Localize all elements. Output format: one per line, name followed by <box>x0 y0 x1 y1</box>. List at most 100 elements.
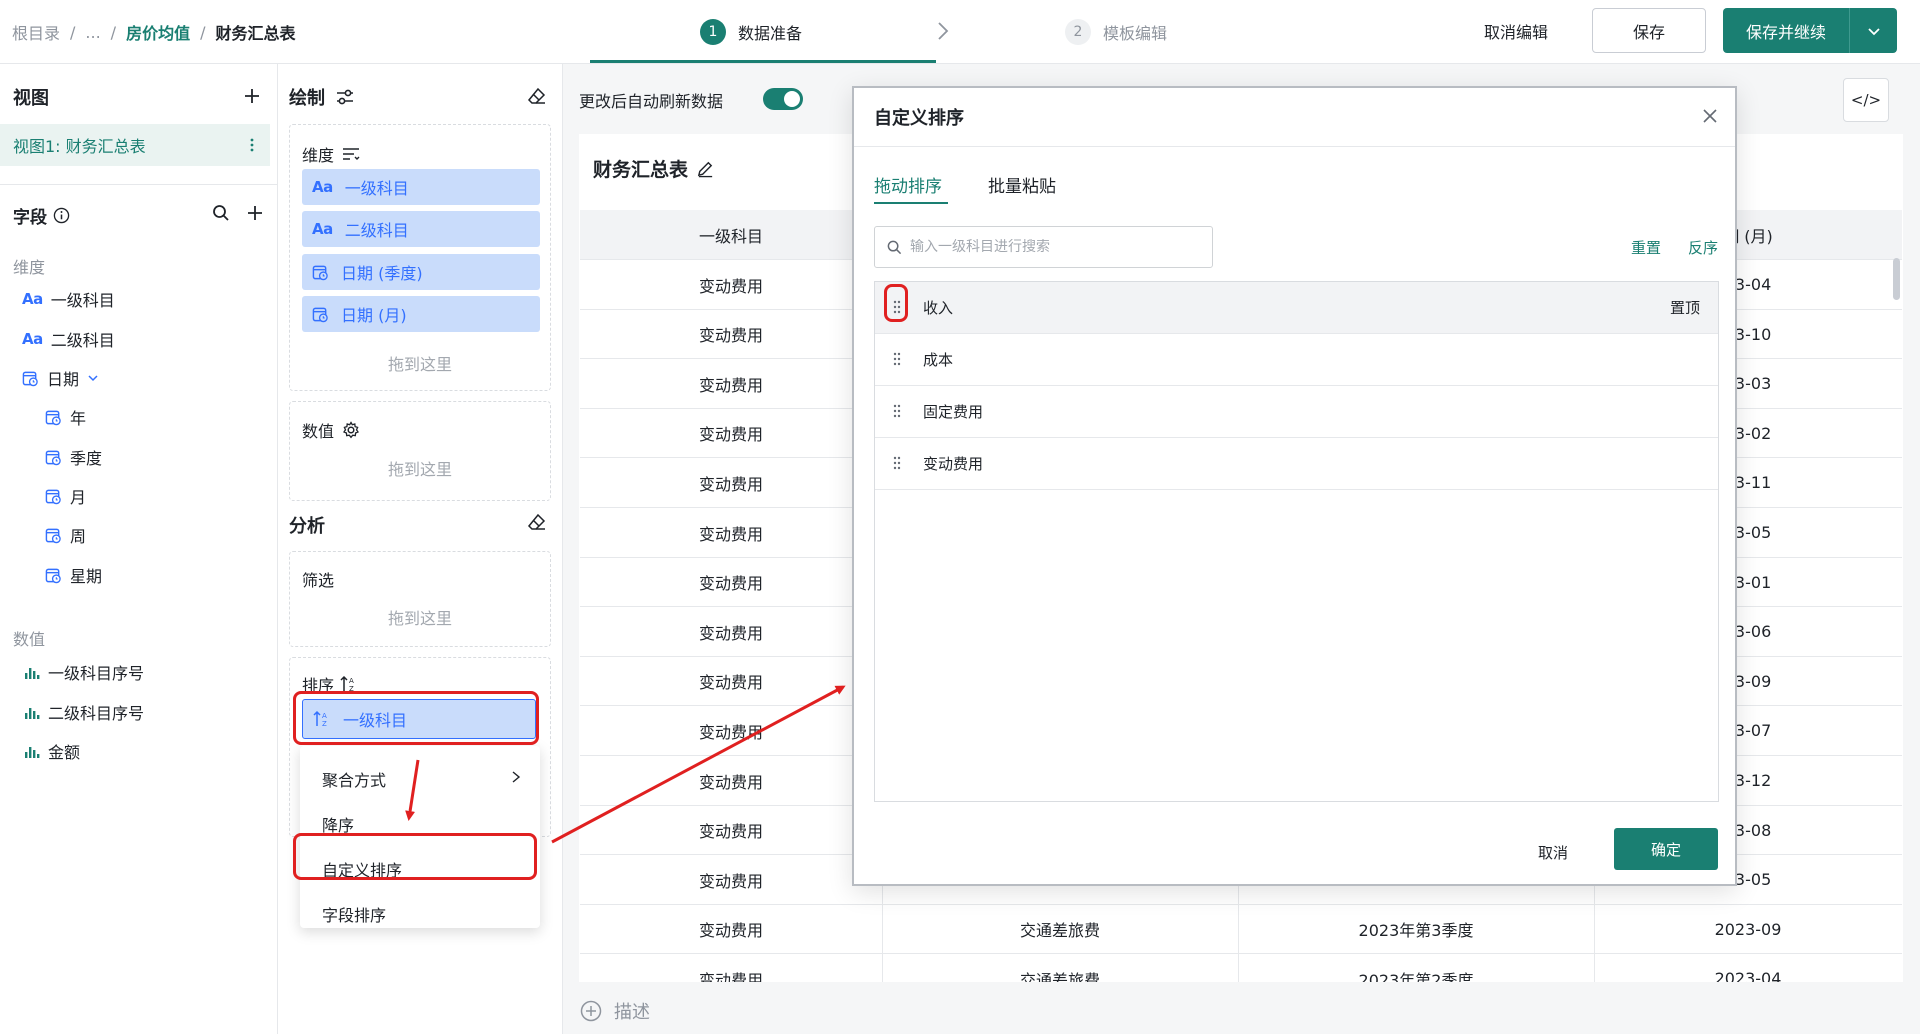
left-panel: 视图 视图1: 财务汇总表 字段 维度 Aa 一级科目 Aa 二级科目 日期 年… <box>0 64 278 1034</box>
pill-label: 一级科目 <box>344 179 409 198</box>
view-item-label: 视图1: 财务汇总表 <box>13 137 146 156</box>
table-cell: 变动费用 <box>698 375 763 395</box>
step-template-edit[interactable]: 2 模板编辑 <box>1065 0 1167 64</box>
dimension-pill[interactable]: Aa 二级科目 <box>302 211 540 247</box>
dialog-title: 自定义排序 <box>874 108 964 129</box>
table-row[interactable]: 变动费用 交通差旅费 2023年第3季度 2023-09 <box>580 905 1902 955</box>
table-cell: 变动费用 <box>698 474 763 494</box>
add-description-button[interactable]: 描述 <box>580 998 650 1024</box>
search-field[interactable] <box>874 226 1213 268</box>
search-input[interactable] <box>910 239 1210 255</box>
draw-panel-title: 绘制 <box>289 84 355 110</box>
field-item-date[interactable]: 日期 <box>22 366 99 390</box>
field-label: 星期 <box>70 567 103 586</box>
breadcrumb-folder[interactable]: 房价均值 <box>126 20 190 44</box>
step-label: 数据准备 <box>738 24 803 43</box>
field-item-date-part[interactable]: 周 <box>45 523 86 547</box>
dialog-cancel-button[interactable]: 取消 <box>1538 842 1568 863</box>
drop-here-hint: 拖到这里 <box>387 355 452 374</box>
menu-item-aggregation[interactable]: 聚合方式 <box>322 767 386 791</box>
edit-pencil-icon[interactable] <box>696 159 715 178</box>
eraser-icon[interactable] <box>527 512 547 532</box>
more-vertical-icon[interactable] <box>249 137 255 153</box>
filter-lines-icon[interactable] <box>342 146 360 162</box>
view-item[interactable]: 视图1: 财务汇总表 <box>0 124 270 166</box>
reverse-order-button[interactable]: 反序 <box>1688 237 1718 258</box>
save-options-dropdown-button[interactable] <box>1849 8 1897 53</box>
dimension-pill[interactable]: 日期 (季度) <box>302 254 540 290</box>
tab-batch-paste[interactable]: 批量粘贴 <box>988 172 1056 197</box>
search-fields-button[interactable] <box>210 202 232 224</box>
sort-list-item[interactable]: 变动费用 <box>875 438 1718 490</box>
save-and-continue-button[interactable]: 保存并继续 <box>1723 8 1849 53</box>
table-cell: 2023-09 <box>1714 919 1782 939</box>
panel-divider <box>0 184 278 185</box>
step-data-prep[interactable]: 1 数据准备 <box>700 0 802 64</box>
bar-chart-icon <box>24 704 40 720</box>
step-label: 模板编辑 <box>1103 24 1168 43</box>
value-drop-zone[interactable] <box>289 401 551 501</box>
breadcrumb-root[interactable]: 根目录 <box>12 20 60 44</box>
field-item-measure[interactable]: 金额 <box>24 739 80 763</box>
drag-handle-icon[interactable] <box>893 455 901 471</box>
field-item-date-part[interactable]: 月 <box>45 484 86 508</box>
field-item-date-part[interactable]: 年 <box>45 405 86 429</box>
tab-drag-sort[interactable]: 拖动排序 <box>874 172 942 197</box>
field-label: 二级科目序号 <box>48 704 145 723</box>
dimension-pill[interactable]: Aa 一级科目 <box>302 169 540 205</box>
table-scrollbar[interactable] <box>1893 258 1900 300</box>
draw-title-text: 绘制 <box>289 88 325 109</box>
column-header[interactable]: 一级科目 <box>580 210 882 260</box>
field-item-date-part[interactable]: 季度 <box>45 445 102 469</box>
sort-list-item[interactable]: 收入 置顶 <box>875 282 1718 334</box>
menu-item-field-sort[interactable]: 字段排序 <box>322 902 386 926</box>
close-icon <box>1703 109 1717 123</box>
filter-zone-label: 筛选 <box>302 571 335 590</box>
drag-handle-icon[interactable] <box>893 351 901 367</box>
bar-chart-icon <box>24 743 40 759</box>
table-cell: 变动费用 <box>698 673 763 693</box>
code-view-button[interactable]: </> <box>1843 78 1889 122</box>
breadcrumb-ellipsis[interactable]: ... <box>85 23 100 42</box>
info-icon[interactable] <box>53 207 70 224</box>
table-row[interactable]: 变动费用 交通差旅费 2023年第2季度 2023-04 <box>580 954 1902 982</box>
table-cell: 交通差旅费 <box>1019 970 1100 982</box>
reset-button[interactable]: 重置 <box>1631 237 1661 258</box>
sort-item-label: 固定费用 <box>923 403 984 421</box>
field-item-date-part[interactable]: 星期 <box>45 563 102 587</box>
field-item-dimension[interactable]: Aa 二级科目 <box>22 327 115 351</box>
auto-refresh-toggle[interactable] <box>763 88 803 110</box>
sort-list-item[interactable]: 成本 <box>875 334 1718 386</box>
add-field-button[interactable] <box>244 202 266 224</box>
dialog-confirm-button[interactable]: 确定 <box>1614 828 1718 870</box>
table-cell: 变动费用 <box>698 623 763 643</box>
auto-refresh-label: 更改后自动刷新数据 <box>579 92 724 111</box>
calendar-clock-icon <box>45 567 62 584</box>
gear-icon[interactable] <box>342 421 360 439</box>
close-dialog-button[interactable] <box>1696 102 1724 130</box>
drag-handle-icon[interactable] <box>893 403 901 419</box>
sliders-icon[interactable] <box>335 88 355 106</box>
save-button[interactable]: 保存 <box>1592 8 1706 53</box>
cancel-edit-button[interactable]: 取消编辑 <box>1484 19 1548 43</box>
bar-chart-icon <box>24 664 40 680</box>
plus-circle-icon <box>580 1000 602 1022</box>
table-cell: 变动费用 <box>698 871 763 891</box>
field-item-dimension[interactable]: Aa 一级科目 <box>22 287 115 311</box>
sort-list-item[interactable]: 固定费用 <box>875 386 1718 438</box>
calendar-clock-icon <box>45 449 62 466</box>
search-icon <box>887 240 902 254</box>
drop-here-hint: 拖到这里 <box>387 609 452 628</box>
annotation-highlight-box <box>884 284 908 322</box>
field-item-measure[interactable]: 一级科目序号 <box>24 660 144 684</box>
step-number: 1 <box>700 19 726 45</box>
filter-drop-zone[interactable] <box>289 551 551 647</box>
table-cell: 变动费用 <box>698 574 763 594</box>
eraser-icon[interactable] <box>527 86 547 106</box>
dimension-pill[interactable]: 日期 (月) <box>302 296 540 332</box>
field-item-measure[interactable]: 二级科目序号 <box>24 700 144 724</box>
view-panel-title: 视图 <box>13 88 49 109</box>
active-step-underline <box>590 60 936 63</box>
pin-to-top-button[interactable]: 置顶 <box>1670 297 1700 318</box>
add-view-button[interactable] <box>240 84 264 108</box>
